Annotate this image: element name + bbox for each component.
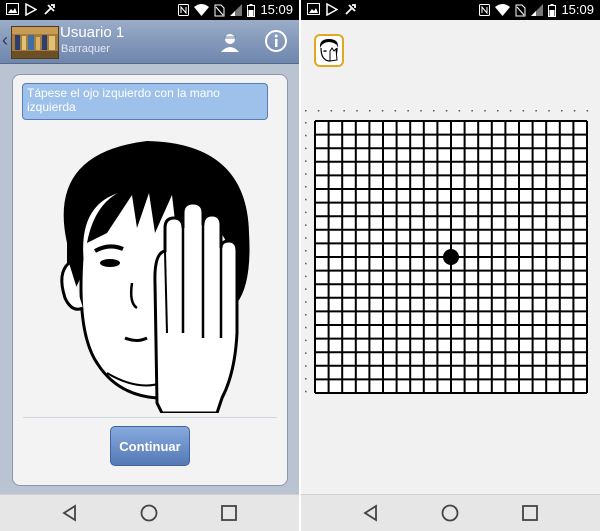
back-icon[interactable]: [60, 503, 80, 523]
app-logo: [11, 26, 59, 59]
navigation-bar: [0, 494, 299, 531]
battery-icon: [548, 3, 557, 17]
card-divider: [23, 417, 277, 418]
grid-dot: [586, 110, 589, 112]
grid-dot: [509, 110, 512, 112]
gallery-icon: [307, 3, 320, 15]
signal-icon: [230, 4, 243, 16]
grid-dot: [381, 110, 384, 112]
face-thumbnail-button[interactable]: [314, 34, 344, 67]
grid-dot: [394, 110, 397, 112]
grid-dot: [305, 224, 307, 226]
grid-dot: [305, 211, 307, 214]
back-icon[interactable]: [361, 503, 381, 523]
continue-button[interactable]: Continuar: [110, 426, 190, 466]
grid-dot: [305, 352, 307, 354]
grid-dot: [369, 110, 371, 112]
home-icon[interactable]: [440, 503, 460, 523]
grid-dot: [305, 147, 307, 150]
instruction-text: Tápese el ojo izquierdo con la mano izqu…: [22, 83, 268, 120]
grid-dot: [561, 110, 563, 112]
gallery-icon: [6, 3, 19, 15]
grid-dot: [497, 110, 499, 112]
grid-dot: [433, 110, 435, 112]
grid-dot: [305, 250, 307, 252]
grid-dot: [305, 122, 307, 124]
grid-dot: [548, 110, 550, 112]
tools-icon: [44, 4, 55, 15]
app-subtitle: Barraquer: [61, 43, 110, 55]
recents-icon[interactable]: [520, 503, 540, 523]
status-time: 15:09: [260, 2, 293, 17]
grid-dot: [305, 173, 307, 175]
grid-dot: [305, 110, 307, 112]
right-screen: 15:09: [301, 0, 600, 531]
no-sim-icon: [214, 4, 225, 16]
grid-dot: [522, 110, 525, 112]
grid-dot: [305, 262, 307, 265]
grid-dot: [305, 186, 307, 188]
battery-icon: [247, 3, 256, 17]
status-time: 15:09: [561, 2, 594, 17]
wifi-icon: [194, 4, 210, 16]
grid-dot: [458, 110, 461, 112]
grid-dot: [573, 110, 576, 112]
recents-icon[interactable]: [219, 503, 239, 523]
app-bar: ‹ Usuario 1 Barraquer: [0, 20, 299, 64]
grid-dot: [407, 110, 409, 112]
status-bar: 15:09: [301, 0, 600, 20]
face-thumbnail-icon: [319, 39, 339, 62]
grid-dot: [305, 198, 307, 201]
status-bar: 15:09: [0, 0, 299, 20]
grid-dot: [305, 288, 307, 290]
wifi-icon: [495, 4, 511, 16]
grid-dot: [356, 110, 358, 112]
grid-dot: [305, 134, 307, 137]
instruction-card: Tápese el ojo izquierdo con la mano izqu…: [12, 74, 288, 486]
nfc-icon: [178, 4, 190, 16]
grid-dot: [420, 110, 422, 112]
grid-dot: [535, 110, 537, 112]
info-icon[interactable]: [264, 29, 288, 53]
amsler-grid: [305, 110, 589, 394]
grid-dot: [305, 378, 307, 380]
fixation-dot: [443, 249, 459, 265]
grid-dot: [305, 301, 307, 303]
home-icon[interactable]: [139, 503, 159, 523]
grid-dot: [317, 110, 320, 112]
grid-dot: [305, 326, 307, 329]
grid-dot: [305, 237, 307, 239]
grid-dot: [343, 110, 345, 112]
grid-dot: [305, 390, 307, 393]
left-screen: 15:09 ‹ Usuario 1 Barraquer Tápese el oj…: [0, 0, 299, 531]
no-sim-icon: [515, 4, 526, 16]
face-covering-left-eye-illustration: [37, 133, 261, 415]
grid-dot: [305, 339, 307, 342]
grid-dot: [445, 110, 448, 112]
grid-dot: [471, 110, 473, 112]
grid-dot: [484, 110, 486, 112]
grid-dot: [305, 365, 307, 367]
tools-icon: [345, 4, 356, 15]
app-title: Usuario 1: [60, 24, 125, 41]
amsler-grid-area: [301, 100, 600, 400]
nfc-icon: [479, 4, 491, 16]
back-chevron-icon[interactable]: ‹: [2, 30, 8, 50]
grid-dot: [305, 275, 307, 278]
grid-dot: [305, 160, 307, 162]
grid-dot: [330, 110, 333, 112]
play-store-icon: [326, 3, 338, 16]
play-store-icon: [25, 3, 37, 16]
person-icon[interactable]: [218, 30, 242, 54]
navigation-bar: [301, 494, 600, 531]
signal-icon: [531, 4, 544, 16]
grid-dot: [305, 314, 307, 316]
